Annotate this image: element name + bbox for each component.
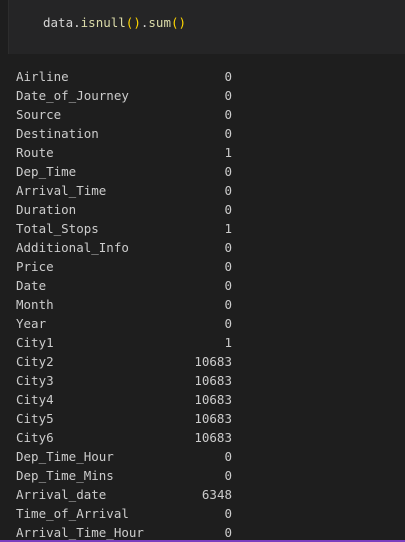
null-count: 10683 [194,373,232,388]
output-row: Airline 0 [16,67,396,86]
output-row: Date 0 [16,276,396,295]
column-name: City4 [16,392,54,407]
output-row: Duration 0 [16,200,396,219]
output-row: Dep_Time_Mins 0 [16,466,396,485]
code-token-paren-close: ) [178,15,187,30]
output-row: Time_of_Arrival 0 [16,504,396,523]
output-row: Price 0 [16,257,396,276]
output-row: City6 10683 [16,428,396,447]
code-cell[interactable]: data.isnull().sum() [8,0,405,54]
output-row: City4 10683 [16,390,396,409]
null-count: 1 [224,221,232,236]
output-row: Arrival_date 6348 [16,485,396,504]
column-name: Dep_Time [16,164,77,179]
notebook-view: data.isnull().sum() Airline 0 Date_of_Jour… [0,0,405,542]
output-row: Year 0 [16,314,396,333]
null-count: 0 [224,316,232,331]
null-count: 0 [224,69,232,84]
null-count: 0 [224,107,232,122]
output-row: Total_Stops 1 [16,219,396,238]
null-count: 10683 [194,392,232,407]
code-token-variable: data [43,15,74,30]
null-count: 1 [224,335,232,350]
column-name: City3 [16,373,54,388]
code-line[interactable]: data.isnull().sum() [43,14,186,32]
null-count: 0 [224,259,232,274]
output-row: Dep_Time 0 [16,162,396,181]
null-count: 0 [224,240,232,255]
column-name: Additional_Info [16,240,129,255]
null-count: 1 [224,145,232,160]
null-count: 10683 [194,411,232,426]
column-name: Date [16,278,47,293]
output-row: City1 1 [16,333,396,352]
null-count: 10683 [194,430,232,445]
output-row: Additional_Info 0 [16,238,396,257]
column-name: Arrival_date [16,487,107,502]
cell-output: Airline 0 Date_of_Journey 0 Source 0 Destinati… [16,67,396,542]
column-name: Arrival_Time [16,183,107,198]
null-count: 0 [224,164,232,179]
output-row: Arrival_Time 0 [16,181,396,200]
null-count: 0 [224,449,232,464]
null-count: 10683 [194,354,232,369]
null-count: 0 [224,126,232,141]
null-count: 0 [224,297,232,312]
column-name: Date_of_Journey [16,88,129,103]
null-count: 0 [224,278,232,293]
null-count: 0 [224,468,232,483]
output-row: Destination 0 [16,124,396,143]
column-name: Price [16,259,54,274]
column-name: Dep_Time_Hour [16,449,114,464]
output-row: Month 0 [16,295,396,314]
column-name: Destination [16,126,99,141]
null-count: 0 [224,183,232,198]
column-name: Dep_Time_Mins [16,468,114,483]
code-token-dot: . [73,15,81,30]
column-name: Total_Stops [16,221,99,236]
column-name: City2 [16,354,54,369]
output-row: City2 10683 [16,352,396,371]
null-count: 0 [224,202,232,217]
code-token-paren-close: ) [133,15,141,30]
column-name: Time_of_Arrival [16,506,129,521]
output-row: Route 1 [16,143,396,162]
column-name: Year [16,316,47,331]
output-row: Source 0 [16,105,396,124]
null-count: 6348 [201,487,232,502]
code-token-method-sum: sum [148,15,171,30]
output-row: Date_of_Journey 0 [16,86,396,105]
column-name: City6 [16,430,54,445]
code-token-paren-open: ( [170,15,179,30]
column-name: Route [16,145,54,160]
column-name: Source [16,107,62,122]
code-token-method-isnull: isnull [80,15,126,30]
null-count: 0 [224,506,232,521]
column-name: Duration [16,202,77,217]
null-count: 0 [224,88,232,103]
column-name: City5 [16,411,54,426]
column-name: Airline [16,69,69,84]
output-row: City5 10683 [16,409,396,428]
column-name: City1 [16,335,54,350]
output-row: City3 10683 [16,371,396,390]
column-name: Month [16,297,54,312]
output-row: Dep_Time_Hour 0 [16,447,396,466]
